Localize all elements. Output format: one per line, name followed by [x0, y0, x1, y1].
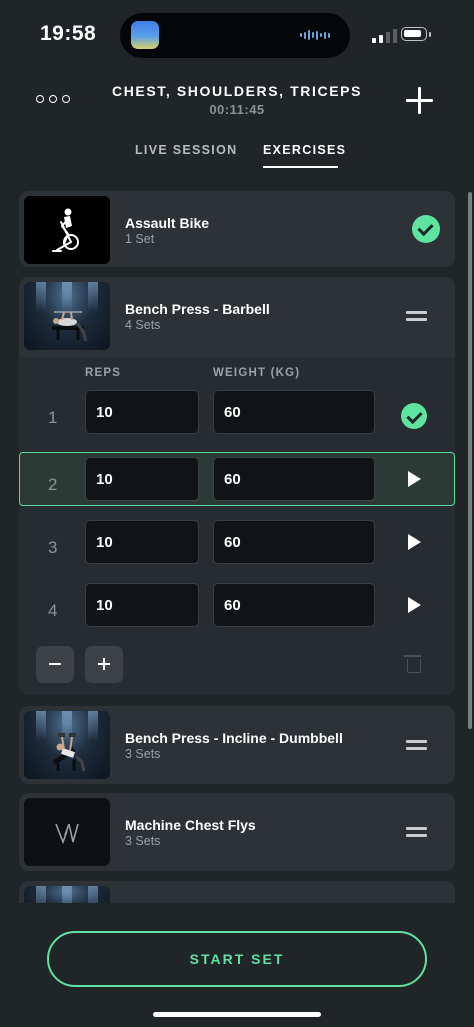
exercise-thumbnail: [24, 282, 110, 350]
exercise-list[interactable]: Assault Bike 1 Set Bench Press - Barbell…: [0, 182, 474, 903]
exercise-card-partial[interactable]: [19, 881, 455, 903]
drag-handle-icon[interactable]: [406, 311, 427, 322]
exercise-thumbnail: [24, 798, 110, 866]
status-time: 19:58: [40, 22, 97, 45]
dynamic-island: [120, 13, 350, 58]
exercise-thumbnail: [24, 886, 110, 903]
home-indicator[interactable]: [153, 1012, 321, 1017]
start-set-button[interactable]: START SET: [47, 931, 427, 987]
weight-input[interactable]: 60: [213, 520, 375, 564]
exercise-card-bench-press-barbell[interactable]: Bench Press - Barbell 4 Sets REPS WEIGHT…: [19, 277, 455, 695]
exercise-card-machine-chest-flys[interactable]: Machine Chest Flys 3 Sets: [19, 793, 455, 871]
weight-header: WEIGHT (KG): [213, 367, 301, 379]
drag-handle-icon[interactable]: [406, 740, 427, 751]
exercise-card-assault-bike[interactable]: Assault Bike 1 Set: [19, 191, 455, 267]
battery-icon: [401, 27, 427, 41]
add-set-button[interactable]: [85, 646, 123, 683]
weight-input[interactable]: 60: [213, 457, 375, 501]
remove-set-button[interactable]: [36, 646, 74, 683]
exercise-sets: 3 Sets: [125, 834, 161, 848]
check-icon[interactable]: [401, 403, 427, 429]
exercise-name: Machine Chest Flys: [125, 817, 256, 833]
trash-icon[interactable]: [404, 655, 421, 673]
exercise-name: Bench Press - Barbell: [125, 301, 270, 317]
tab-live-session[interactable]: LIVE SESSION: [135, 143, 237, 157]
play-icon[interactable]: [408, 534, 421, 550]
drag-handle-icon[interactable]: [406, 827, 427, 838]
exercise-thumbnail: [24, 711, 110, 779]
set-number: 1: [48, 408, 58, 427]
exercise-sets: 3 Sets: [125, 747, 161, 761]
tab-indicator: [263, 166, 338, 168]
weight-input[interactable]: 60: [213, 390, 375, 434]
placeholder-logo-icon: [55, 823, 79, 845]
set-number: 2: [48, 475, 58, 494]
tab-exercises[interactable]: EXERCISES: [263, 143, 346, 157]
weight-input[interactable]: 60: [213, 583, 375, 627]
exercise-thumbnail: [24, 196, 110, 264]
reps-input[interactable]: 10: [85, 520, 199, 564]
play-icon[interactable]: [408, 597, 421, 613]
signal-icon: [372, 29, 397, 43]
reps-input[interactable]: 10: [85, 457, 199, 501]
exercise-name: Bench Press - Incline - Dumbbell: [125, 730, 343, 746]
set-table: REPS WEIGHT (KG) 1 10 60 2 10 60 3 10 60…: [19, 357, 455, 695]
exercise-card-bench-press-incline[interactable]: Bench Press - Incline - Dumbbell 3 Sets: [19, 706, 455, 784]
set-number: 4: [48, 601, 58, 620]
exercise-sets: 4 Sets: [125, 318, 161, 332]
set-number: 3: [48, 538, 58, 557]
check-icon: [412, 215, 440, 243]
add-icon[interactable]: [403, 84, 437, 118]
exercise-sets: 1 Set: [125, 232, 155, 246]
reps-header: REPS: [85, 367, 122, 379]
reps-input[interactable]: 10: [85, 390, 199, 434]
exercise-name: Assault Bike: [125, 215, 210, 231]
scrollbar[interactable]: [468, 192, 472, 729]
audio-wave-icon: [300, 29, 330, 41]
reps-input[interactable]: 10: [85, 583, 199, 627]
play-icon[interactable]: [408, 471, 421, 487]
bike-icon: [52, 208, 79, 252]
app-icon: [131, 21, 159, 49]
